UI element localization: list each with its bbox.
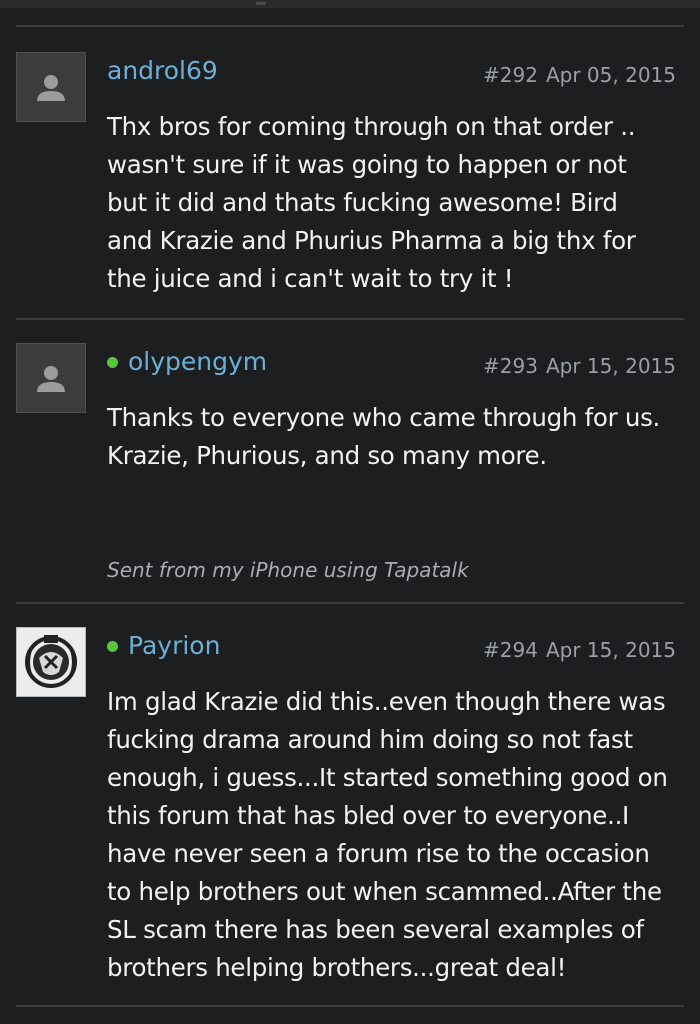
post-line: Thx bros for coming through on that orde… [107, 112, 636, 141]
username-text[interactable]: Payrion [128, 631, 220, 661]
post-line: the juice and i can't wait to try it ! [107, 264, 514, 293]
avatar[interactable] [16, 343, 86, 413]
top-bar [0, 0, 700, 8]
post-line: Krazie, Phurious, and so many more. [107, 441, 547, 470]
online-status-icon [107, 356, 118, 368]
post-line: to help brothers out when scammed..After… [107, 877, 662, 906]
username[interactable]: Payrion [107, 631, 220, 661]
post-number[interactable]: #292 [483, 63, 538, 87]
post-meta: #294 Apr 15, 2015 [483, 637, 676, 663]
top-bar-indicator [256, 2, 266, 5]
post-number[interactable]: #293 [483, 354, 538, 378]
post-line: wasn't sure if it was going to happen or… [107, 150, 627, 179]
post-line: Im glad Krazie did this..even though the… [107, 687, 666, 716]
username[interactable]: androl69 [107, 56, 218, 86]
post-line: but it did and thats fucking awesome! Bi… [107, 188, 618, 217]
post-meta: #292 Apr 05, 2015 [483, 62, 676, 88]
online-status-icon [107, 640, 118, 652]
post-line: enough, i guess...It started something g… [107, 763, 668, 792]
post-divider [16, 318, 684, 320]
post-date: Apr 15, 2015 [545, 638, 676, 662]
post-divider [16, 1005, 684, 1007]
post-line: have never seen a forum rise to the occa… [107, 839, 650, 868]
avatar[interactable] [16, 627, 86, 697]
user-silhouette-icon [37, 366, 65, 392]
post-line: SL scam there has been several examples … [107, 915, 644, 944]
post-divider [16, 602, 684, 604]
post-date: Apr 05, 2015 [545, 63, 676, 87]
username-text[interactable]: androl69 [107, 56, 218, 86]
post-number[interactable]: #294 [483, 638, 538, 662]
emblem-avatar [17, 628, 85, 696]
post-date: Apr 15, 2015 [545, 354, 676, 378]
post-line: brothers helping brothers...great deal! [107, 953, 567, 982]
username-text[interactable]: olypengym [128, 347, 267, 377]
post-signature: Sent from my iPhone using Tapatalk [107, 558, 469, 582]
post-line: Thanks to everyone who came through for … [107, 403, 661, 432]
username[interactable]: olypengym [107, 347, 267, 377]
post-line: and Krazie and Phurius Pharma a big thx … [107, 226, 636, 255]
post-divider [16, 25, 684, 27]
avatar[interactable] [16, 52, 86, 122]
post-meta: #293 Apr 15, 2015 [483, 353, 676, 379]
post-line: this forum that has bled over to everyon… [107, 801, 629, 830]
post-body: Thx bros for coming through on that orde… [107, 108, 682, 298]
post-body: Thanks to everyone who came through for … [107, 399, 682, 475]
user-silhouette-icon [37, 75, 65, 101]
post-body: Im glad Krazie did this..even though the… [107, 683, 682, 987]
post-line: fucking drama around him doing so not fa… [107, 725, 633, 754]
